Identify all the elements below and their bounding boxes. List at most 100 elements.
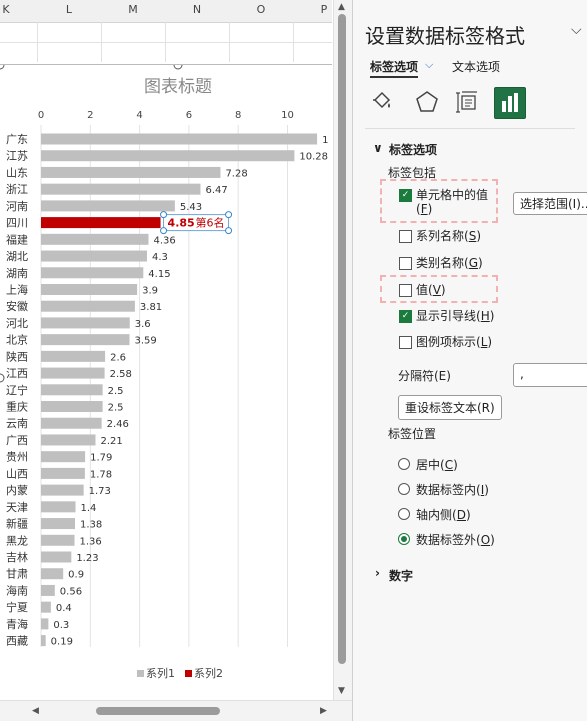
scroll-up-icon[interactable]: ▲ [338, 2, 345, 12]
bar-series1 [41, 267, 144, 279]
bar-series1 [41, 334, 130, 346]
scroll-down-icon[interactable]: ▼ [338, 686, 345, 696]
legend-swatch-series2 [185, 670, 192, 677]
bar-series1 [41, 283, 138, 295]
bar-series1 [41, 367, 105, 379]
hotkey-letter: L [480, 335, 488, 349]
column-header-l[interactable]: L [59, 3, 79, 16]
chart-resize-handle [173, 65, 183, 70]
checkbox-category-name[interactable] [399, 257, 412, 270]
pentagon-effects-icon[interactable] [412, 87, 442, 117]
section-number[interactable]: 数字 [389, 567, 413, 584]
bar-series1 [41, 300, 135, 312]
category-label: 内蒙 [6, 483, 28, 497]
position-label-inside-end[interactable]: 数据标签内(I) [416, 481, 489, 498]
radio-inside-end[interactable] [398, 483, 410, 495]
option-label-value[interactable]: 值(V) [416, 281, 446, 298]
label-position-heading: 标签位置 [388, 427, 437, 441]
tab-text-options[interactable]: 文本选项 [452, 58, 500, 75]
position-label-center[interactable]: 居中(C) [416, 456, 458, 473]
category-label: 湖南 [6, 267, 28, 280]
data-label: 4.36 [153, 235, 175, 246]
column-header-m[interactable]: M [123, 3, 143, 16]
x-tick-label: 0 [38, 110, 44, 121]
radio-center[interactable] [398, 458, 410, 470]
tab-label-options[interactable]: 标签选项 [370, 58, 418, 75]
radio-inside-base[interactable] [398, 508, 410, 520]
collapsed-icon[interactable]: › [375, 566, 380, 580]
vertical-scrollbar[interactable]: ▲ ▼ [333, 0, 352, 700]
checkbox-legend-key[interactable] [399, 336, 412, 349]
bar-series1 [41, 551, 72, 563]
data-label: 1 [322, 135, 328, 146]
grid-line [0, 42, 332, 43]
bar-series1 [41, 568, 64, 580]
bar-chart-options-icon[interactable] [494, 87, 526, 119]
option-label-category-name[interactable]: 类别名称(G) [416, 254, 483, 271]
option-label-legend-key[interactable]: 图例项标示(L) [416, 333, 492, 350]
horizontal-scroll-thumb[interactable] [96, 707, 220, 715]
chart-resize-handle [0, 65, 5, 70]
expanded-icon[interactable]: ∨ [373, 141, 383, 155]
data-label: 0.3 [53, 620, 69, 631]
bar-series1 [41, 384, 103, 396]
option-text: 数据标签内 [416, 483, 477, 497]
pane-menu-chevron-icon[interactable]: ⌵ [571, 22, 582, 38]
label-handle [225, 227, 233, 235]
radio-outside-end[interactable] [398, 533, 410, 545]
category-label: 云南 [6, 417, 28, 430]
option-text: 类别名称 [416, 256, 465, 270]
option-label-leader-lines[interactable]: 显示引导线(H) [416, 307, 494, 324]
chevron-down-icon[interactable]: ⌵ [425, 58, 433, 72]
position-label-inside-base[interactable]: 轴内侧(D) [416, 506, 471, 523]
data-label: 1.78 [90, 469, 112, 480]
fill-bucket-icon[interactable] [367, 87, 397, 117]
vertical-scroll-thumb[interactable] [338, 14, 346, 664]
category-label: 安徽 [6, 299, 28, 313]
checkbox-cell-value[interactable]: ✓ [399, 189, 412, 202]
legend-swatch-series1 [137, 670, 144, 677]
bar-series1 [41, 401, 103, 413]
hotkey-letter: I [480, 483, 485, 497]
reset-label-text-button[interactable]: 重设标签文本(R) [398, 395, 502, 420]
category-label: 海南 [6, 583, 28, 597]
column-header-p[interactable]: P [314, 3, 334, 16]
category-label: 广东 [6, 133, 28, 146]
checkbox-value[interactable] [399, 284, 412, 297]
separator-dropdown[interactable]: , [513, 363, 587, 387]
column-header-n[interactable]: N [187, 3, 207, 16]
category-label: 天津 [6, 501, 28, 514]
hotkey-letter: H [480, 309, 490, 323]
category-label: 江西 [6, 367, 28, 380]
bar-series1 [41, 150, 295, 162]
section-label-options[interactable]: 标签选项 [389, 141, 437, 158]
option-label-cell-value[interactable]: 单元格中的值 [416, 186, 488, 203]
data-label: 4.85 [168, 217, 195, 230]
chart-area[interactable]: 图表标题 0 2 4 6 8 10 广东 1 江苏 10.28 山东 7.28 浙江 6.47 河南 5.43 四… [0, 64, 332, 691]
column-header-k[interactable]: K [0, 3, 16, 16]
column-header-bar: K L M N O P [0, 0, 332, 23]
horizontal-scrollbar[interactable]: ◀ ▶ [0, 700, 352, 721]
select-range-button[interactable]: 选择范围(I)... [513, 192, 587, 215]
column-header-o[interactable]: O [251, 3, 271, 16]
bar-series1 [41, 484, 84, 496]
data-label: 6.47 [205, 185, 227, 196]
bar-series1 [41, 233, 149, 245]
bar-chart[interactable]: 图表标题 0 2 4 6 8 10 广东 1 江苏 10.28 山东 7.28 浙江 6.47 河南 5.43 四… [0, 65, 332, 691]
size-properties-icon[interactable] [453, 87, 483, 117]
category-label: 黑龙 [6, 534, 28, 547]
data-label: 2.46 [107, 419, 129, 430]
bar-series1 [41, 635, 46, 647]
scroll-left-icon[interactable]: ◀ [32, 706, 39, 716]
checkbox-series-name[interactable] [399, 230, 412, 243]
scroll-right-icon[interactable]: ▶ [320, 706, 327, 716]
x-tick-label: 2 [87, 110, 93, 121]
position-label-outside-end[interactable]: 数据标签外(O) [416, 531, 495, 548]
bar-series1 [41, 250, 147, 262]
option-label-series-name[interactable]: 系列名称(S) [416, 227, 481, 244]
bar-series1 [41, 584, 55, 596]
data-label: 0.4 [56, 603, 72, 614]
bar-series2 [41, 217, 161, 229]
category-label: 湖北 [6, 250, 28, 263]
checkbox-leader-lines[interactable]: ✓ [399, 310, 412, 323]
